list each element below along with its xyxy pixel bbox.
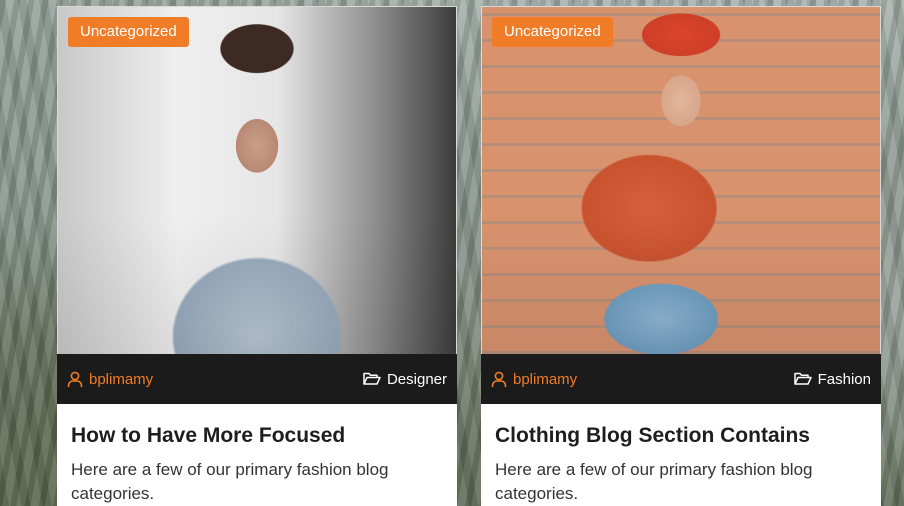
post-title[interactable]: How to Have More Focused: [71, 422, 443, 450]
post-category[interactable]: Fashion: [793, 370, 871, 388]
folder-open-icon: [793, 372, 812, 386]
post-thumbnail[interactable]: Uncategorized: [57, 6, 457, 354]
card-body: Clothing Blog Section Contains Here are …: [495, 422, 867, 506]
category-badge[interactable]: Uncategorized: [492, 17, 613, 47]
post-meta-bar: bplimamy Designer: [57, 354, 457, 404]
category-name: Designer: [386, 370, 447, 388]
author-name: bplimamy: [89, 370, 154, 388]
post-thumbnail[interactable]: Uncategorized: [481, 6, 881, 354]
category-name: Fashion: [817, 370, 871, 388]
user-icon: [67, 371, 83, 388]
folder-open-icon: [363, 372, 381, 386]
post-category[interactable]: Designer: [363, 371, 447, 388]
post-author[interactable]: bplimamy: [67, 371, 153, 388]
card-body: How to Have More Focused Here are a few …: [71, 422, 443, 506]
blog-card: Uncategorized bplimamy Fashion Clothing …: [481, 6, 881, 506]
author-name: bplimamy: [513, 370, 578, 388]
blog-card: Uncategorized bplimamy Designer How to H…: [57, 6, 457, 506]
user-icon: [491, 371, 507, 388]
post-author[interactable]: bplimamy: [491, 371, 577, 388]
post-excerpt: Here are a few of our primary fashion bl…: [495, 460, 813, 503]
post-meta-bar: bplimamy Fashion: [481, 354, 881, 404]
category-badge[interactable]: Uncategorized: [68, 17, 189, 47]
post-excerpt: Here are a few of our primary fashion bl…: [71, 460, 389, 503]
post-title[interactable]: Clothing Blog Section Contains: [495, 422, 867, 450]
